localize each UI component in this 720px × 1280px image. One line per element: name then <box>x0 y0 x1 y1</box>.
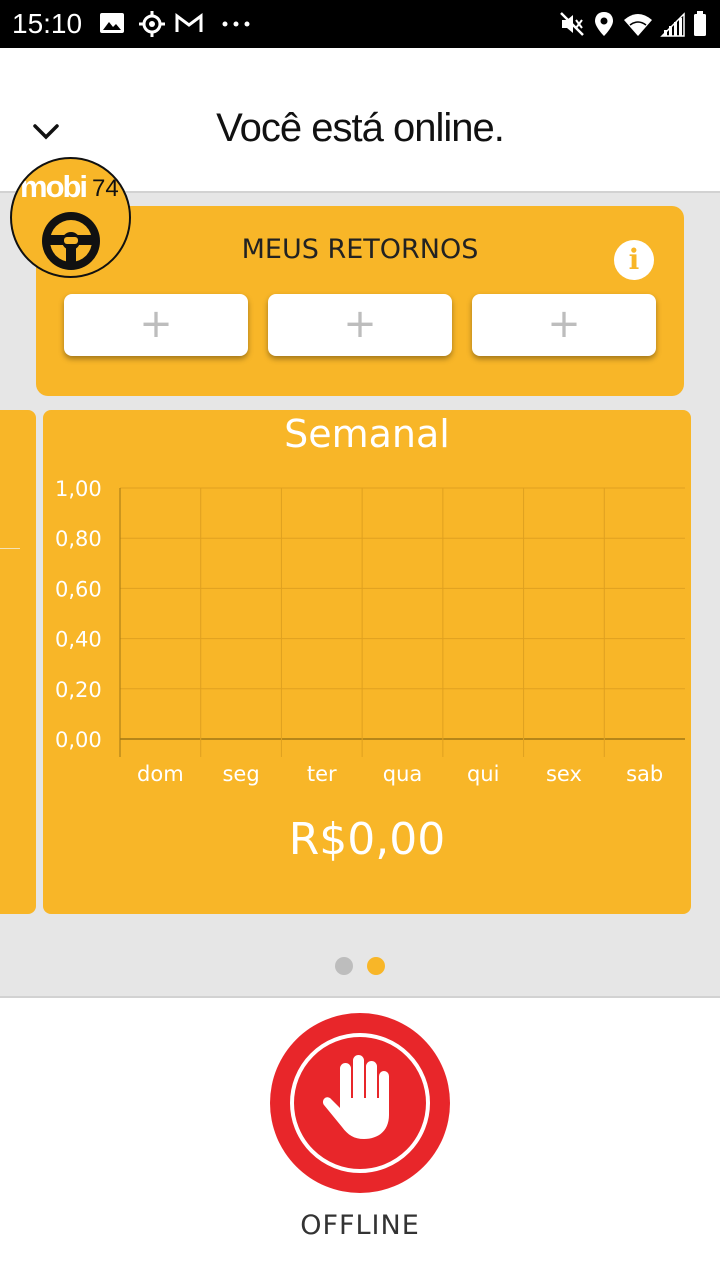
y-tick-label: 0,20 <box>55 678 102 702</box>
x-tick-label: sex <box>546 762 582 786</box>
location-pin-icon <box>595 12 613 36</box>
location-target-icon <box>139 11 165 37</box>
x-tick-label: sab <box>626 762 663 786</box>
returns-card: MEUS RETORNOS i + + + <box>36 206 684 396</box>
x-tick-label: ter <box>307 762 337 786</box>
x-tick-label: dom <box>137 762 184 786</box>
mute-icon <box>560 12 584 36</box>
steering-wheel-icon <box>42 212 100 270</box>
weekly-chart: 0,00 0,20 0,40 0,60 0,80 1,00 dom seg ter qua qui s… <box>55 477 685 786</box>
add-icon: + <box>547 301 581 347</box>
more-dots-icon <box>222 21 250 27</box>
wifi-icon <box>624 14 652 36</box>
previous-chart-card[interactable] <box>0 410 36 914</box>
x-tick-label: qua <box>383 762 423 786</box>
returns-title: MEUS RETORNOS <box>241 234 479 265</box>
info-icon[interactable]: i <box>614 240 654 280</box>
stop-hand-icon <box>322 1055 389 1139</box>
return-slot-3[interactable]: + <box>472 294 656 356</box>
battery-icon <box>694 11 706 36</box>
gmail-icon <box>175 13 203 32</box>
logo-text: mobi <box>20 169 88 204</box>
offline-label: OFFLINE <box>300 1210 420 1241</box>
y-tick-label: 0,60 <box>55 577 102 601</box>
y-tick-label: 0,00 <box>55 728 102 752</box>
app-logo: mobi 74 <box>10 157 131 278</box>
weekly-chart-card[interactable]: Semanal 0,00 0,20 0,40 0,60 0,80 1,00 dom seg te… <box>43 410 691 914</box>
x-tick-label: qui <box>467 762 499 786</box>
offline-button[interactable] <box>270 1013 450 1193</box>
y-tick-label: 0,80 <box>55 527 102 551</box>
weekly-total: R$0,00 <box>288 814 446 865</box>
add-icon: + <box>343 301 377 347</box>
status-time: 15:10 <box>12 8 83 39</box>
return-slot-1[interactable]: + <box>64 294 248 356</box>
y-tick-label: 1,00 <box>55 477 102 501</box>
y-tick-label: 0,40 <box>55 628 102 652</box>
previous-card-divider <box>0 548 20 549</box>
status-bar: 15:10 <box>0 0 720 48</box>
image-icon <box>100 13 124 33</box>
signal-icon <box>660 12 685 37</box>
logo-number: 74 <box>92 175 119 202</box>
page-dot-1[interactable] <box>335 957 353 975</box>
add-icon: + <box>139 301 173 347</box>
x-tick-label: seg <box>222 762 259 786</box>
page-dot-2[interactable] <box>367 957 385 975</box>
return-slot-2[interactable]: + <box>268 294 452 356</box>
page-title: Você está online. <box>216 106 505 150</box>
